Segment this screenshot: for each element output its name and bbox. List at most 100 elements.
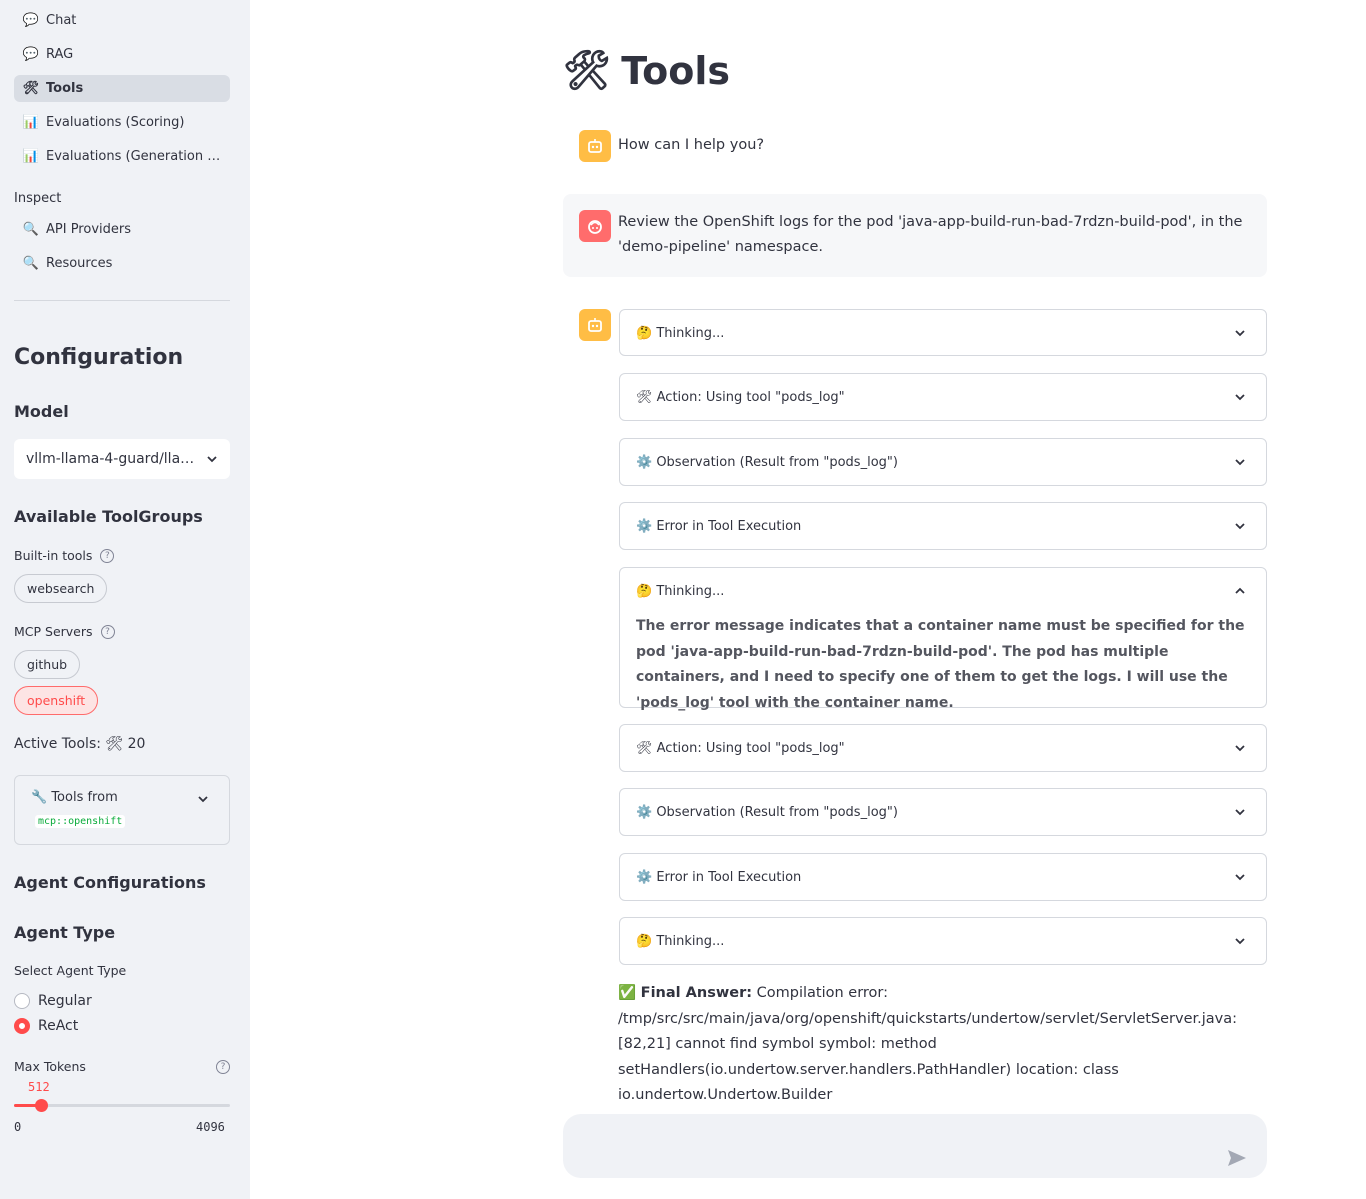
active-tools-count: Active Tools: 🛠 20 bbox=[14, 736, 146, 752]
max-tokens-label-text: Max Tokens bbox=[14, 1059, 86, 1074]
chevron-down-icon bbox=[1235, 938, 1245, 945]
nav-item-rag[interactable]: 💬 RAG bbox=[14, 41, 230, 68]
help-icon[interactable]: ? bbox=[216, 1059, 230, 1074]
step-body-text: The error message indicates that a conta… bbox=[636, 618, 1245, 711]
tools-from-title: 🔧 Tools from bbox=[31, 790, 118, 805]
inspect-section-label: Inspect bbox=[14, 191, 62, 206]
model-heading: Model bbox=[14, 402, 69, 421]
chat-bubble-icon: 💬 bbox=[22, 47, 40, 62]
bar-chart-icon: 📊 bbox=[22, 115, 40, 130]
nav-item-label: Evaluations (Generation + Scoring) bbox=[46, 149, 226, 164]
step-expander-action[interactable]: 🛠 Action: Using tool "pods_log" bbox=[619, 724, 1267, 772]
step-expander-error[interactable]: ⚙️ Error in Tool Execution bbox=[619, 853, 1267, 901]
send-icon[interactable] bbox=[1227, 1149, 1247, 1167]
nav-item-tools[interactable]: 🛠 Tools bbox=[14, 75, 230, 102]
pill-websearch[interactable]: websearch bbox=[14, 574, 108, 603]
nav-item-label: Chat bbox=[46, 13, 77, 28]
tools-from-expander[interactable]: 🔧 Tools from mcp::openshift bbox=[14, 775, 230, 845]
nav-item-label: API Providers bbox=[46, 222, 131, 237]
sidebar: 💬 Chat 💬 RAG 🛠 Tools 📊 Evaluations (Scor… bbox=[0, 0, 250, 1199]
final-answer: ✅ Final Answer: Compilation error: /tmp/… bbox=[618, 981, 1258, 1109]
pill-openshift[interactable]: openshift bbox=[14, 686, 99, 715]
step-label: 🤔 Thinking... bbox=[636, 583, 725, 599]
select-agent-type-label: Select Agent Type bbox=[14, 963, 127, 978]
chevron-down-icon bbox=[1235, 745, 1245, 752]
user-avatar-icon bbox=[579, 210, 611, 242]
radio-regular[interactable]: Regular bbox=[14, 993, 92, 1009]
user-message-text: Review the OpenShift logs for the pod 'j… bbox=[618, 214, 1243, 255]
step-expander-error[interactable]: ⚙️ Error in Tool Execution bbox=[619, 502, 1267, 550]
check-mark-icon: ✅ bbox=[618, 985, 641, 1001]
agent-configurations-heading: Agent Configurations bbox=[14, 873, 206, 892]
pill-github[interactable]: github bbox=[14, 650, 81, 679]
nav-item-label: Resources bbox=[46, 256, 113, 271]
mcp-servers-label: MCP Servers ? bbox=[14, 624, 115, 639]
step-label: 🛠 Action: Using tool "pods_log" bbox=[636, 740, 845, 756]
step-expander-action[interactable]: 🛠 Action: Using tool "pods_log" bbox=[619, 373, 1267, 421]
chevron-up-icon bbox=[1235, 587, 1245, 594]
chevron-down-icon bbox=[1235, 394, 1245, 401]
assistant-avatar-icon bbox=[579, 130, 611, 162]
mcp-servers-label-text: MCP Servers bbox=[14, 624, 93, 639]
nav-item-label: Evaluations (Scoring) bbox=[46, 115, 185, 130]
step-expander-thinking-expanded[interactable]: 🤔 Thinking... The error message indicate… bbox=[619, 567, 1267, 711]
step-expander-thinking[interactable]: 🤔 Thinking... bbox=[619, 917, 1267, 965]
radio-label: Regular bbox=[38, 993, 92, 1009]
toolgroups-heading: Available ToolGroups bbox=[14, 507, 203, 526]
step-label: 🤔 Thinking... bbox=[636, 325, 725, 341]
model-select[interactable]: vllm-llama-4-guard/llama-4-scout bbox=[14, 439, 230, 479]
radio-dot bbox=[14, 993, 30, 1009]
chevron-down-icon bbox=[1235, 330, 1245, 337]
step-label: ⚙️ Observation (Result from "pods_log") bbox=[636, 804, 898, 820]
chevron-down-icon bbox=[1235, 523, 1245, 530]
tools-from-code: mcp::openshift bbox=[35, 815, 126, 828]
chevron-down-icon bbox=[1235, 874, 1245, 881]
chevron-down-icon bbox=[198, 796, 208, 803]
radio-react[interactable]: ReAct bbox=[14, 1018, 78, 1034]
agent-type-heading: Agent Type bbox=[14, 923, 116, 942]
nav-item-api-providers[interactable]: 🔍 API Providers bbox=[14, 216, 230, 243]
page-title: 🛠 Tools bbox=[563, 48, 730, 93]
chevron-down-icon bbox=[1235, 459, 1245, 466]
step-expander-thinking[interactable]: 🤔 Thinking... bbox=[619, 309, 1267, 356]
slider-thumb[interactable] bbox=[35, 1099, 48, 1112]
nav-item-evaluations-scoring[interactable]: 📊 Evaluations (Scoring) bbox=[14, 109, 230, 136]
max-tokens-label: Max Tokens ? bbox=[14, 1059, 230, 1074]
hammer-wrench-icon: 🛠 bbox=[563, 48, 612, 92]
chevron-down-icon bbox=[207, 456, 217, 463]
nav-item-label: RAG bbox=[46, 47, 74, 62]
slider-min-label: 0 bbox=[14, 1120, 22, 1134]
nav-item-resources[interactable]: 🔍 Resources bbox=[14, 250, 230, 277]
bar-chart-icon: 📊 bbox=[22, 149, 40, 164]
step-label: ⚙️ Observation (Result from "pods_log") bbox=[636, 454, 898, 470]
magnifier-icon: 🔍 bbox=[22, 256, 40, 271]
nav-item-label: Tools bbox=[46, 81, 84, 96]
magnifier-icon: 🔍 bbox=[22, 222, 40, 237]
radio-label: ReAct bbox=[38, 1018, 79, 1034]
chevron-down-icon bbox=[1235, 809, 1245, 816]
step-expander-observation[interactable]: ⚙️ Observation (Result from "pods_log") bbox=[619, 438, 1267, 486]
sidebar-divider bbox=[14, 300, 230, 301]
help-icon[interactable]: ? bbox=[100, 548, 115, 563]
builtin-tools-label-text: Built-in tools bbox=[14, 548, 93, 563]
nav-item-chat[interactable]: 💬 Chat bbox=[14, 7, 230, 34]
page-title-text: Tools bbox=[621, 48, 730, 93]
help-icon[interactable]: ? bbox=[100, 624, 115, 639]
nav-item-evaluations-generation[interactable]: 📊 Evaluations (Generation + Scoring) bbox=[14, 143, 230, 170]
chat-bubble-icon: 💬 bbox=[22, 13, 40, 28]
configuration-heading: Configuration bbox=[14, 345, 184, 370]
final-answer-text: Compilation error: /tmp/src/src/main/jav… bbox=[618, 985, 1238, 1103]
assistant-avatar-icon bbox=[579, 309, 611, 341]
radio-dot bbox=[14, 1018, 30, 1034]
max-tokens-slider[interactable] bbox=[14, 1099, 230, 1112]
chat-input[interactable] bbox=[563, 1114, 1267, 1178]
hammer-wrench-icon: 🛠 bbox=[22, 81, 40, 96]
step-expander-observation[interactable]: ⚙️ Observation (Result from "pods_log") bbox=[619, 788, 1267, 836]
step-label: ⚙️ Error in Tool Execution bbox=[636, 869, 802, 885]
final-answer-label: Final Answer: bbox=[640, 985, 753, 1001]
slider-max-label: 4096 bbox=[196, 1120, 225, 1134]
step-label: 🛠 Action: Using tool "pods_log" bbox=[636, 389, 845, 405]
builtin-tools-label: Built-in tools ? bbox=[14, 548, 115, 563]
assistant-greeting: How can I help you? bbox=[618, 137, 765, 153]
step-label: ⚙️ Error in Tool Execution bbox=[636, 518, 802, 534]
